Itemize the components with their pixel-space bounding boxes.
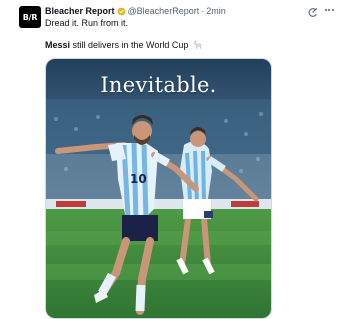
caption-bold-word: Messi [45,40,71,50]
reply-context-text: Dread it. Run from it. [45,18,129,28]
goat-icon [193,40,204,49]
avatar[interactable]: B/R [19,6,41,28]
caption-rest: still delivers in the World Cup [70,40,189,50]
tweet-header: Bleacher Report @BleacherReport · 2min [45,5,226,17]
tweet-media-image[interactable]: 10 Inevitable. [45,58,272,319]
tweet-text: Messi still delivers in the World Cup [45,40,204,51]
tweet[interactable]: B/R Bleacher Report @BleacherReport · 2m… [0,0,350,319]
handle[interactable]: @BleacherReport [128,5,200,17]
messi-celebration-photo: 10 [46,59,271,318]
svg-text:10: 10 [130,172,147,186]
more-options-icon[interactable] [322,4,336,16]
media-overlay-title: Inevitable. [100,73,217,97]
grok-icon[interactable] [307,5,318,17]
display-name[interactable]: Bleacher Report [45,5,115,17]
avatar-logo-text: B/R [22,12,38,22]
separator-dot: · [201,6,205,16]
verified-badge-icon [116,6,126,16]
timestamp[interactable]: 2min [206,5,226,17]
